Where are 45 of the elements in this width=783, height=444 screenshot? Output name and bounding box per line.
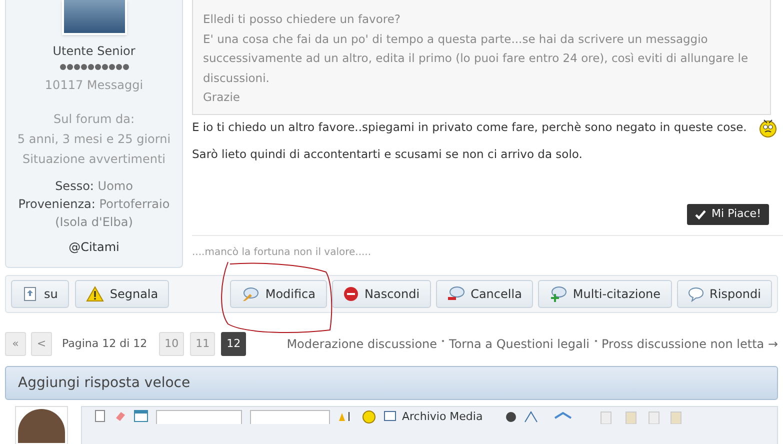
action-button[interactable]: Multi-citazione <box>538 280 672 308</box>
page-info: Pagina 12 di 12 <box>62 336 148 352</box>
mention-link[interactable]: @Citami <box>68 238 120 256</box>
dropdown-field[interactable] <box>250 410 330 424</box>
page-button[interactable]: 12 <box>221 332 246 356</box>
profile-field: Provenienza: Portoferraio (Isola d'Elba) <box>14 195 174 231</box>
warning-icon <box>86 286 104 302</box>
post-text: Sarò lieto quindi di accontentarti e scusami se non ci arrivo da solo. <box>192 146 582 163</box>
user-rank: Utente Senior <box>52 43 136 60</box>
action-button[interactable]: Nascondi <box>332 280 431 308</box>
profile-field: Sesso: Uomo <box>14 177 174 195</box>
smiley-icon[interactable] <box>362 410 376 424</box>
quote-text: Elledi ti posso chiedere un favore? <box>203 11 402 28</box>
speech-bubble-minus-icon <box>446 286 465 302</box>
checkmark-icon <box>694 210 706 220</box>
member-since-label: Sul forum da: <box>54 111 134 128</box>
document-icon[interactable] <box>94 410 106 422</box>
action-button[interactable]: Segnala <box>74 280 170 308</box>
thread-link[interactable]: Torna a Questioni legali <box>449 335 590 353</box>
speech-bubble-plus-icon <box>548 286 567 302</box>
quick-reply-header: Aggiungi risposta veloce <box>5 366 778 400</box>
media-icon[interactable] <box>384 410 398 422</box>
action-button[interactable]: Cancella <box>436 280 533 308</box>
speech-bubble-pencil-icon <box>241 286 260 302</box>
thread-link[interactable]: Pross discussione non letta → <box>602 335 778 353</box>
photo-placeholder <box>62 0 126 35</box>
action-button[interactable]: Modifica <box>230 280 326 308</box>
smiley-icon <box>758 118 777 138</box>
signature-text: ....mancò la fortuna non il valore..... <box>192 246 372 260</box>
action-button[interactable]: su <box>11 280 69 308</box>
page-up-icon <box>22 286 38 302</box>
like-button[interactable]: Mi Piace! <box>686 204 769 225</box>
media-archive-button[interactable]: Archivio Media <box>402 410 483 423</box>
no-entry-icon <box>342 286 358 302</box>
eraser-icon[interactable] <box>114 410 126 422</box>
speech-bubble-icon <box>688 286 704 302</box>
thread-link[interactable]: Moderazione discussione <box>286 335 438 353</box>
quote-text: Grazie <box>203 89 241 106</box>
post-count: 10117 Messaggi <box>44 77 144 94</box>
dropdown-field[interactable] <box>156 410 242 424</box>
table-icon[interactable] <box>134 410 148 422</box>
post-text: E io ti chiedo un altro favore..spiegami in privato come fare, perchè sono negato in queste cose. <box>192 119 747 136</box>
quote-text: E' una cosa che fai da un po' di tempo a questa parte...se hai da scrivere un messaggio successivamente ad un altro, edita il primo (lo puoi fare entro 24 ore), così eviti di allungare le discussioni. <box>203 30 750 86</box>
action-button[interactable]: Rispondi <box>676 280 772 308</box>
member-since: 5 anni, 3 mesi e 25 giorni <box>17 131 171 148</box>
